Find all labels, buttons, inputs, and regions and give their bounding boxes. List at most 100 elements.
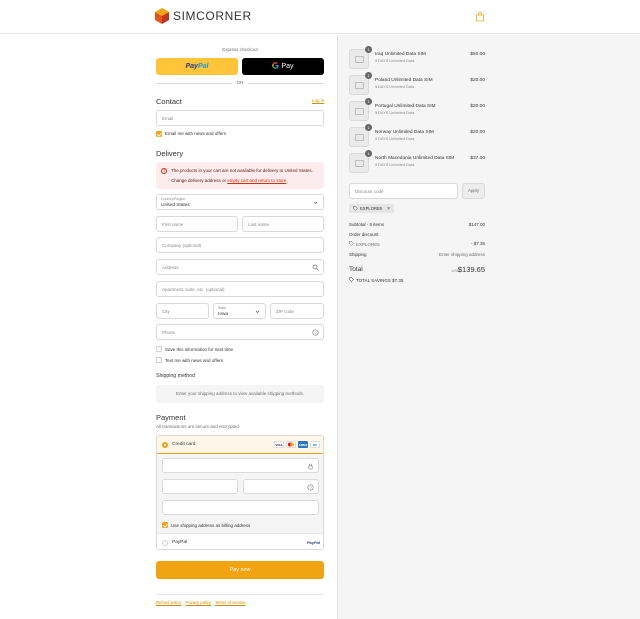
express-checkout-label: Express checkout: [222, 47, 258, 52]
card-logos: VISA AMEX DC: [274, 441, 320, 448]
contact-title: Contact: [156, 97, 182, 106]
shipping-label: Shipping: [349, 252, 367, 257]
paypal-option[interactable]: PayPal PayPal: [157, 533, 323, 549]
help-icon[interactable]: ?: [307, 484, 314, 491]
billing-same-checkbox[interactable]: [162, 522, 168, 528]
paypal-logo-part-1: Pay: [185, 63, 198, 70]
footer-links: Refund policy Privacy policy Terms of se…: [156, 600, 245, 605]
chevron-down-icon: [254, 308, 261, 315]
credit-card-radio[interactable]: [162, 442, 168, 448]
email-field[interactable]: Email: [156, 110, 324, 126]
paypal-radio[interactable]: [162, 540, 168, 546]
shipping-method-title: Shipping method: [156, 373, 195, 379]
image-placeholder-icon: [355, 56, 364, 63]
applied-discount-tag: EXPLORE5 ×: [349, 204, 395, 213]
discount-code-field[interactable]: Discount code: [349, 183, 458, 199]
brand-logo[interactable]: SIMCORNER: [155, 8, 252, 24]
product-name: Portugal Unlimited Data SIM: [375, 104, 436, 109]
shipping-value: Enter shipping address: [438, 252, 485, 257]
empty-cart-link[interactable]: empty cart and return to store: [227, 178, 286, 183]
product-price: $50.00: [470, 52, 485, 57]
privacy-policy-link[interactable]: Privacy policy: [185, 600, 211, 605]
visa-icon: VISA: [274, 441, 284, 448]
order-discount-row: Order discount: [349, 232, 485, 239]
or-label: OR: [236, 80, 244, 85]
svg-text:?: ?: [309, 485, 312, 490]
country-select[interactable]: Country/Region United States: [156, 194, 324, 210]
city-field[interactable]: City: [156, 303, 209, 319]
zip-placeholder: ZIP code: [276, 309, 294, 314]
cart-item: 1 Poland Unlimited Data SIM 5 DAYS Unlim…: [349, 72, 485, 99]
google-pay-button[interactable]: Pay: [242, 58, 324, 75]
logo-mark-icon: [155, 8, 169, 24]
total-savings-text: TOTAL SAVINGS $7.35: [356, 277, 404, 283]
state-select[interactable]: State Iowa: [213, 303, 266, 319]
google-g-icon: [272, 62, 280, 71]
subtotal-row: Subtotal · 5 items $147.00: [349, 222, 485, 229]
card-number-field[interactable]: [162, 458, 319, 473]
cart-item: 1 Norway Unlimited Data SIM 5 DAYS Unlim…: [349, 124, 485, 151]
save-info-checkbox[interactable]: [156, 346, 162, 352]
text-offers-checkbox[interactable]: [156, 357, 162, 363]
header: SIMCORNER: [0, 0, 640, 34]
newsletter-checkbox[interactable]: [156, 131, 162, 137]
search-icon: [312, 264, 319, 271]
refund-policy-link[interactable]: Refund policy: [156, 600, 181, 605]
company-field[interactable]: Company (optional): [156, 237, 324, 253]
help-icon[interactable]: ?: [312, 329, 319, 336]
address-placeholder: Address: [162, 265, 179, 270]
diners-icon: DC: [310, 441, 320, 448]
cart-item: 1 North Macedonia Unlimited Data SIM 5 D…: [349, 150, 485, 177]
chevron-down-icon: [312, 199, 319, 206]
security-code-field[interactable]: ?: [243, 479, 319, 494]
paypal-label: PayPal: [172, 540, 188, 545]
last-name-field[interactable]: Last name: [242, 216, 324, 232]
country-label: Country/Region: [161, 197, 186, 201]
pay-now-button[interactable]: Pay now: [156, 561, 324, 579]
paypal-express-button[interactable]: Pay Pal: [156, 58, 238, 75]
credit-card-option[interactable]: Credit card VISA AMEX DC: [157, 436, 323, 454]
payment-title: Payment: [156, 413, 186, 422]
shipping-row: Shipping Enter shipping address: [349, 252, 485, 259]
shopping-bag-icon[interactable]: [475, 12, 485, 22]
state-value: Iowa: [218, 311, 229, 317]
cart-item: 1 Iraq Unlimited Data SIM 5 DAYS Unlimit…: [349, 46, 485, 73]
billing-same-label: Use shipping address as billing address: [171, 523, 251, 528]
product-price: $20.00: [470, 104, 485, 109]
total-savings: TOTAL SAVINGS $7.35: [349, 277, 403, 283]
zip-field[interactable]: ZIP code: [270, 303, 324, 319]
warning-action-prefix: Change delivery address or: [171, 178, 228, 183]
payment-subtitle: All transactions are secure and encrypte…: [156, 424, 241, 429]
login-link[interactable]: Log in: [312, 98, 324, 103]
phone-placeholder: Phone: [162, 330, 176, 335]
brand-name: SIMCORNER: [173, 9, 252, 23]
apply-discount-button[interactable]: Apply: [462, 183, 485, 199]
expiration-field[interactable]: [162, 479, 238, 494]
state-label: State: [218, 306, 227, 310]
phone-field[interactable]: Phone ?: [156, 324, 324, 340]
first-name-field[interactable]: First name: [156, 216, 238, 232]
image-placeholder-icon: [355, 82, 364, 89]
remove-discount-icon[interactable]: ×: [387, 206, 390, 212]
product-variant: 5 DAYS Unlimited Data: [375, 137, 415, 141]
discount-code-left: EXPLORE5: [349, 241, 380, 247]
address-field[interactable]: Address: [156, 259, 324, 275]
delivery-warning: The products in your cart are not availa…: [156, 162, 324, 189]
apartment-field[interactable]: Apartment, suite, etc. (optional): [156, 281, 324, 297]
total-value: $139.65: [457, 265, 485, 274]
warning-action-suffix: .: [286, 178, 288, 183]
paypal-logo-part-2: Pal: [197, 63, 209, 70]
product-price: $37.00: [470, 156, 485, 161]
product-variant: 5 DAYS Unlimited Data: [375, 163, 415, 167]
name-on-card-field[interactable]: [162, 500, 319, 515]
terms-link[interactable]: Terms of service: [215, 600, 245, 605]
tag-icon: [349, 241, 354, 247]
text-offers-label: Text me with news and offers: [165, 358, 223, 363]
discount-placeholder: Discount code: [355, 189, 384, 194]
quantity-badge: 1: [365, 124, 372, 131]
applied-code: EXPLORE5: [360, 206, 383, 211]
total-label: Total: [349, 266, 363, 273]
quantity-badge: 1: [365, 98, 372, 105]
google-pay-label: Pay: [281, 63, 294, 70]
product-price: $20.00: [470, 78, 485, 83]
